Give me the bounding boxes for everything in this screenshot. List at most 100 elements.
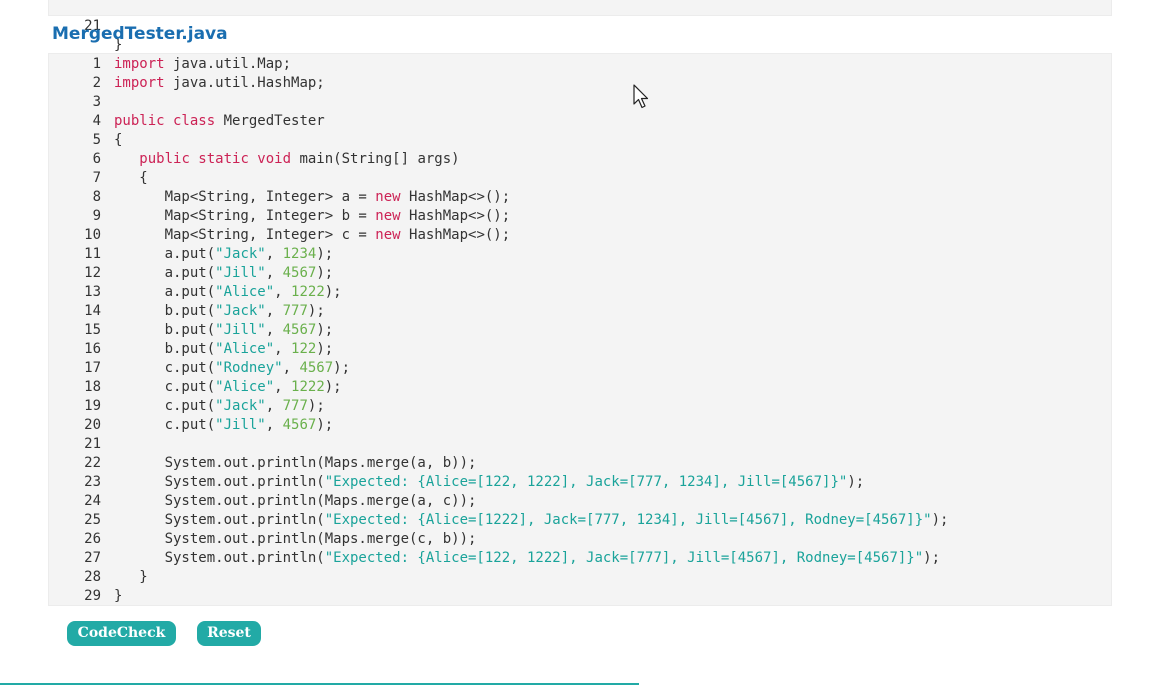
code-text[interactable]: import java.util.HashMap; (114, 74, 325, 93)
code-text[interactable]: b.put("Jill", 4567); (114, 321, 333, 340)
code-token: a.put( (114, 246, 215, 262)
code-text[interactable]: import java.util.Map; (114, 55, 291, 74)
code-line[interactable]: 14 b.put("Jack", 777); (49, 302, 1111, 321)
code-line[interactable]: 3 (49, 93, 1111, 112)
code-line[interactable]: 13 a.put("Alice", 1222); (49, 283, 1111, 302)
code-line[interactable]: 19 c.put("Jack", 777); (49, 397, 1111, 416)
code-string: "Jill" (215, 322, 266, 338)
code-text[interactable]: Map<String, Integer> a = new HashMap<>()… (114, 188, 510, 207)
code-text[interactable]: System.out.println(Maps.merge(a, b)); (114, 454, 476, 473)
code-line[interactable]: 5{ (49, 131, 1111, 150)
code-text[interactable]: { (114, 131, 122, 150)
code-text[interactable]: public class MergedTester (114, 112, 325, 131)
code-token: main(String[] args) (291, 151, 460, 167)
code-line[interactable]: 18 c.put("Alice", 1222); (49, 378, 1111, 397)
code-line[interactable]: 4 public class MergedTester (49, 112, 1111, 131)
line-number: 6 (49, 150, 101, 169)
code-token: System.out.println(Maps.merge(a, c)); (114, 493, 476, 509)
code-token: ); (316, 246, 333, 262)
code-token: , (274, 341, 291, 357)
section-divider (0, 683, 639, 685)
code-token: ); (308, 303, 325, 319)
line-number: 24 (49, 492, 101, 511)
line-number: 15 (49, 321, 101, 340)
line-number: 4 (49, 112, 101, 131)
code-text[interactable]: Map<String, Integer> b = new HashMap<>()… (114, 207, 510, 226)
code-line[interactable]: 15 b.put("Jill", 4567); (49, 321, 1111, 340)
code-line[interactable]: 9 Map<String, Integer> b = new HashMap<>… (49, 207, 1111, 226)
code-text[interactable]: b.put("Alice", 122); (114, 340, 333, 359)
code-text[interactable]: System.out.println("Expected: {Alice=[12… (114, 511, 948, 530)
code-line[interactable]: 21 (49, 435, 1111, 454)
code-text[interactable]: System.out.println(Maps.merge(a, c)); (114, 492, 476, 511)
code-line[interactable]: 10 Map<String, Integer> c = new HashMap<… (49, 226, 1111, 245)
line-number: 7 (49, 169, 101, 188)
code-line[interactable]: 29} (49, 587, 1111, 606)
code-token: { (114, 132, 122, 148)
code-line[interactable]: 6 public static void main(String[] args) (49, 150, 1111, 169)
code-line[interactable]: 16 b.put("Alice", 122); (49, 340, 1111, 359)
code-line[interactable]: 20 c.put("Jill", 4567); (49, 416, 1111, 435)
code-text[interactable]: System.out.println(Maps.merge(c, b)); (114, 530, 476, 549)
code-line[interactable]: 11 a.put("Jack", 1234); (49, 245, 1111, 264)
code-line[interactable]: 22 System.out.println(Maps.merge(a, b)); (49, 454, 1111, 473)
line-number: 19 (49, 397, 101, 416)
file-title: MergedTester.java (52, 22, 228, 46)
code-line[interactable]: 23 System.out.println("Expected: {Alice=… (49, 473, 1111, 492)
reset-button[interactable]: Reset (197, 621, 261, 646)
code-line[interactable]: 17 c.put("Rodney", 4567); (49, 359, 1111, 378)
code-editor[interactable]: 1import java.util.Map;2import java.util.… (48, 53, 1112, 606)
code-text[interactable]: Map<String, Integer> c = new HashMap<>()… (114, 226, 510, 245)
line-number: 13 (49, 283, 101, 302)
codecheck-button[interactable]: CodeCheck (67, 621, 176, 646)
code-token: b.put( (114, 303, 215, 319)
code-text[interactable]: a.put("Jack", 1234); (114, 245, 333, 264)
code-text[interactable]: { (114, 169, 148, 188)
code-token: , (266, 417, 283, 433)
code-token: c.put( (114, 379, 215, 395)
code-token: ); (847, 474, 864, 490)
line-number: 25 (49, 511, 101, 530)
code-string: "Alice" (215, 379, 274, 395)
code-string: "Jack" (215, 398, 266, 414)
line-number: 21 (49, 435, 101, 454)
code-token: c.put( (114, 417, 215, 433)
code-line[interactable]: 26 System.out.println(Maps.merge(c, b)); (49, 530, 1111, 549)
code-text[interactable]: c.put("Rodney", 4567); (114, 359, 350, 378)
code-line[interactable]: 25 System.out.println("Expected: {Alice=… (49, 511, 1111, 530)
code-text[interactable]: a.put("Jill", 4567); (114, 264, 333, 283)
code-token: c.put( (114, 398, 215, 414)
code-token: System.out.println( (114, 550, 325, 566)
code-token: ); (325, 284, 342, 300)
code-text[interactable]: a.put("Alice", 1222); (114, 283, 342, 302)
code-token: } (114, 588, 122, 604)
code-text[interactable]: b.put("Jack", 777); (114, 302, 325, 321)
code-text[interactable]: c.put("Jill", 4567); (114, 416, 333, 435)
code-line[interactable]: 28 } (49, 568, 1111, 587)
code-string: "Expected: {Alice=[122, 1222], Jack=[777… (325, 550, 923, 566)
code-text[interactable]: } (114, 568, 148, 587)
code-keyword: public class (114, 113, 215, 129)
code-line[interactable]: 1import java.util.Map; (49, 55, 1111, 74)
code-line[interactable]: 24 System.out.println(Maps.merge(a, c)); (49, 492, 1111, 511)
code-text[interactable]: c.put("Jack", 777); (114, 397, 325, 416)
code-text[interactable]: public static void main(String[] args) (114, 150, 460, 169)
line-number: 5 (49, 131, 101, 150)
code-text[interactable]: System.out.println("Expected: {Alice=[12… (114, 549, 940, 568)
line-number: 26 (49, 530, 101, 549)
code-line[interactable]: 8 Map<String, Integer> a = new HashMap<>… (49, 188, 1111, 207)
line-number: 8 (49, 188, 101, 207)
code-text[interactable]: System.out.println("Expected: {Alice=[12… (114, 473, 864, 492)
code-line[interactable]: 12 a.put("Jill", 4567); (49, 264, 1111, 283)
line-number: 12 (49, 264, 101, 283)
code-token: System.out.println( (114, 512, 325, 528)
code-token: ); (923, 550, 940, 566)
previous-code-snippet: 21 } (48, 0, 1112, 16)
code-text[interactable]: c.put("Alice", 1222); (114, 378, 342, 397)
code-line[interactable]: 2import java.util.HashMap; (49, 74, 1111, 93)
code-token: Map<String, Integer> a = (114, 189, 375, 205)
code-line[interactable]: 27 System.out.println("Expected: {Alice=… (49, 549, 1111, 568)
line-number: 3 (49, 93, 101, 112)
code-text[interactable]: } (114, 587, 122, 606)
code-line[interactable]: 7 { (49, 169, 1111, 188)
